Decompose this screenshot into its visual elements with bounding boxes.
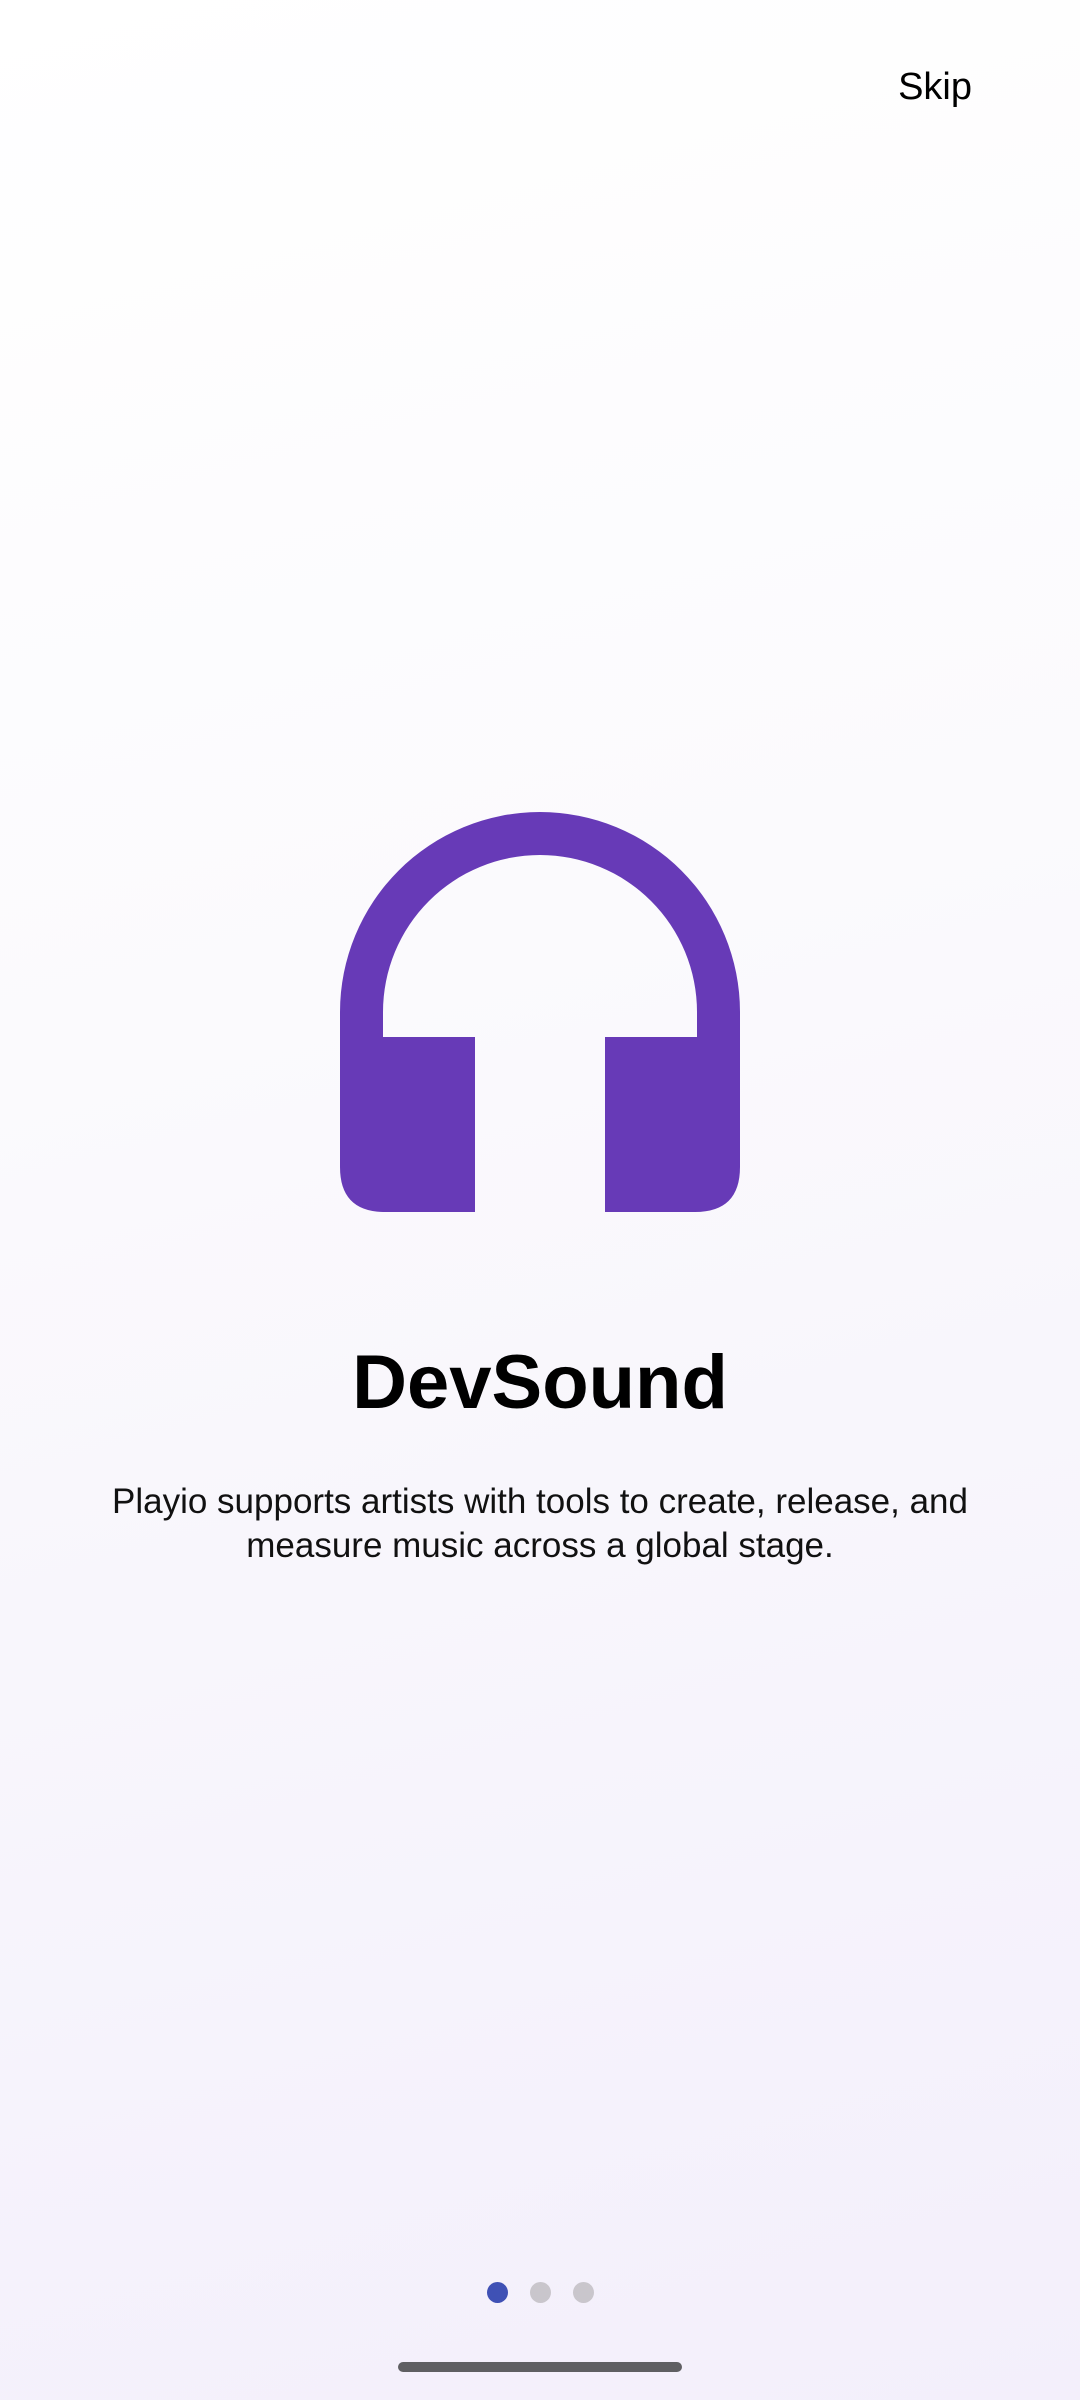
page-dot[interactable] — [529, 2282, 551, 2303]
page-dot-active[interactable] — [486, 2282, 508, 2303]
onboarding-description: Playio supports artists with tools to cr… — [112, 1482, 968, 1565]
skip-button[interactable]: Skip — [890, 58, 980, 117]
page-dot[interactable] — [572, 2282, 594, 2303]
home-indicator[interactable] — [398, 2362, 682, 2372]
headphones-icon — [340, 812, 740, 1212]
page-title: DevSound — [352, 1340, 728, 1425]
page-indicator — [0, 2282, 1080, 2303]
